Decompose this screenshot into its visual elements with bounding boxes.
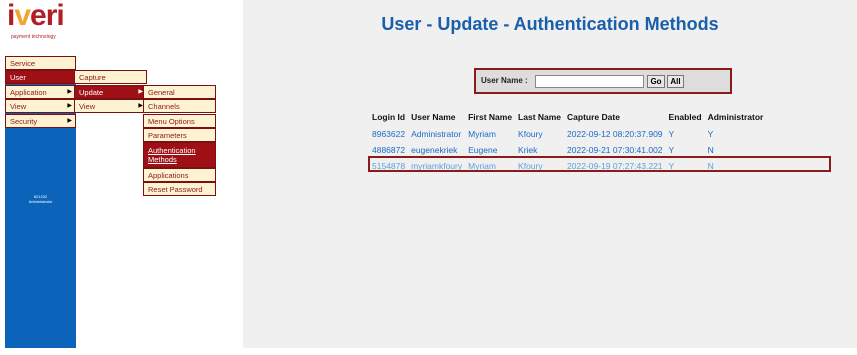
username-search-input[interactable] bbox=[535, 75, 644, 88]
left-rail: iveri payment technology 621202 Administ… bbox=[5, 0, 76, 348]
search-bar: User Name : Go All bbox=[474, 68, 732, 94]
menu-item-capture[interactable]: Capture bbox=[74, 70, 147, 84]
column-header: Enabled bbox=[668, 112, 702, 122]
table-row[interactable]: 8963622 Administrator Myriam Kfoury 2022… bbox=[370, 126, 767, 142]
menu-item-reset-password[interactable]: Reset Password bbox=[143, 182, 216, 196]
table-header-row: Login Id User Name First Name Last Name … bbox=[370, 110, 767, 126]
cell-first-name[interactable]: Myriam bbox=[466, 126, 516, 142]
column-header: Last Name bbox=[518, 112, 562, 122]
column-header: Administrator bbox=[707, 112, 764, 122]
cell-login-id[interactable]: 8963622 bbox=[370, 126, 409, 142]
cell-last-name[interactable]: Kfoury bbox=[516, 126, 565, 142]
menu-item-parameters[interactable]: Parameters bbox=[143, 128, 216, 142]
logo: iveri payment technology bbox=[5, 0, 76, 44]
cell-enabled[interactable]: Y bbox=[667, 126, 706, 142]
menu-item-general[interactable]: General bbox=[143, 85, 216, 99]
menu-item-security[interactable]: Security ▶ bbox=[5, 114, 76, 128]
menu-item-service[interactable]: Service bbox=[5, 56, 76, 70]
row-highlight-frame bbox=[368, 156, 831, 172]
menu-item-view[interactable]: View ▶ bbox=[5, 99, 76, 113]
go-button[interactable]: Go bbox=[647, 75, 665, 88]
menu-item-user[interactable]: User bbox=[5, 70, 76, 84]
all-button[interactable]: All bbox=[667, 75, 684, 88]
search-label: User Name : bbox=[481, 76, 528, 85]
cell-user-name[interactable]: Administrator bbox=[409, 126, 466, 142]
submenu-arrow-icon: ▶ bbox=[67, 89, 72, 95]
page-title: User - Update - Authentication Methods bbox=[381, 14, 719, 34]
logo-tagline: payment technology bbox=[11, 34, 56, 40]
main-content bbox=[243, 0, 857, 348]
menu-item-application[interactable]: Application ▶ bbox=[5, 85, 76, 99]
user-role: Administrator bbox=[28, 199, 53, 204]
submenu-arrow-icon: ▶ bbox=[67, 103, 72, 109]
submenu-arrow-icon: ▶ bbox=[67, 118, 72, 124]
user-info: 621202 Administrator bbox=[5, 194, 76, 204]
menu-item-update[interactable]: Update ▶ bbox=[74, 85, 147, 99]
column-header: User Name bbox=[411, 112, 456, 122]
cell-capture-date[interactable]: 2022-09-12 08:20:37.909 bbox=[565, 126, 666, 142]
cell-administrator[interactable]: Y bbox=[706, 126, 768, 142]
menu-item-menu-options[interactable]: Menu Options bbox=[143, 114, 216, 128]
menu-item-authentication-methods[interactable]: Authentication Methods bbox=[143, 142, 216, 168]
column-header: Login Id bbox=[372, 112, 406, 122]
rail-divider bbox=[5, 44, 76, 56]
menu-item-view-sub[interactable]: View ▶ bbox=[74, 99, 147, 113]
logo-wordmark: iveri bbox=[7, 0, 65, 32]
menu-item-applications[interactable]: Applications bbox=[143, 168, 216, 182]
column-header: First Name bbox=[468, 112, 513, 122]
column-header: Capture Date bbox=[567, 112, 620, 122]
menu-item-channels[interactable]: Channels bbox=[143, 99, 216, 113]
